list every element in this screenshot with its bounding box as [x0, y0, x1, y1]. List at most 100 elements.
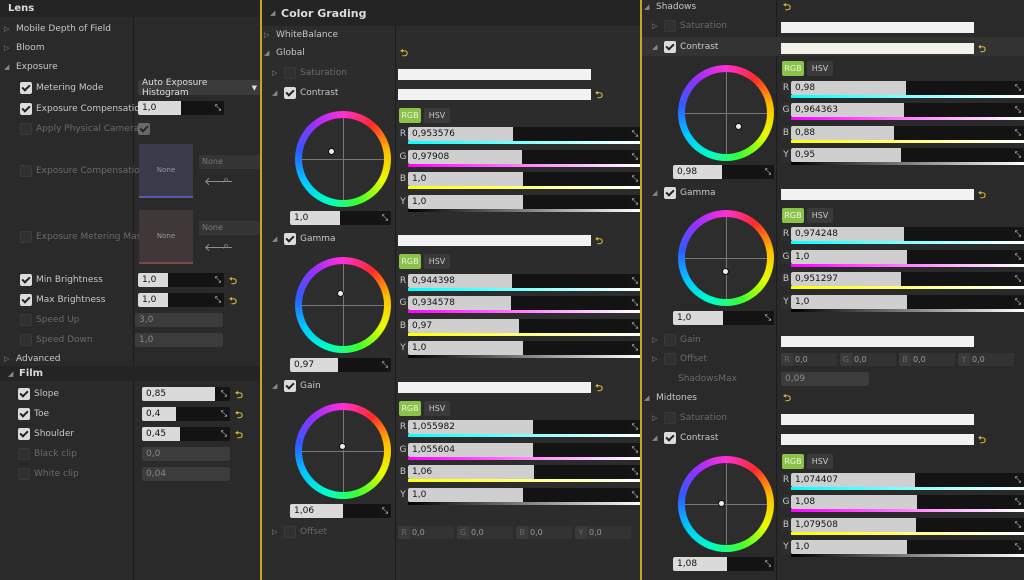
channel-b-field[interactable]: 1,079508 ⤡: [791, 518, 1024, 532]
gamma-color-bar[interactable]: [781, 189, 974, 200]
saturation-checkbox[interactable]: [664, 412, 676, 424]
contrast-color-bar[interactable]: [781, 43, 974, 54]
rgb-tab[interactable]: RGB: [782, 454, 804, 469]
reset-icon[interactable]: ⮌: [235, 388, 243, 405]
expanded-arrow-icon[interactable]: ◢: [652, 434, 660, 442]
shadows-contrast-wheel[interactable]: [678, 65, 774, 161]
rgb-tab[interactable]: RGB: [399, 254, 421, 269]
expanded-arrow-icon[interactable]: ◢: [272, 89, 280, 97]
wheel-handle[interactable]: [328, 148, 335, 155]
exposure-comp-checkbox[interactable]: [20, 103, 32, 115]
contrast-color-bar[interactable]: [781, 434, 974, 445]
wheel-handle[interactable]: [718, 500, 725, 507]
collapsed-arrow-icon[interactable]: ▷: [652, 336, 660, 344]
slope-checkbox[interactable]: [18, 388, 30, 400]
channel-r-field[interactable]: 0,953576 ⤡: [408, 127, 640, 141]
collapsed-arrow-icon[interactable]: ▷: [652, 414, 660, 422]
drag-icon[interactable]: ⤡: [1012, 295, 1024, 309]
search-icon[interactable]: ⌕: [223, 239, 229, 253]
mask-asset-box[interactable]: None: [199, 221, 260, 235]
drag-icon[interactable]: ⤡: [629, 319, 640, 333]
wheel-handle[interactable]: [722, 268, 729, 275]
reset-icon[interactable]: ⮌: [229, 274, 237, 291]
hsv-tab[interactable]: HSV: [424, 254, 450, 269]
max-brightness-field[interactable]: 1,0 ⤡: [138, 293, 224, 307]
expanded-arrow-icon[interactable]: ◢: [272, 382, 280, 390]
max-brightness-checkbox[interactable]: [20, 294, 32, 306]
gain-checkbox[interactable]: [284, 380, 296, 392]
search-icon[interactable]: ⌕: [223, 173, 229, 187]
drag-icon[interactable]: ⤡: [762, 311, 774, 325]
collapsed-arrow-icon[interactable]: ▷: [652, 22, 660, 30]
color-grading-header[interactable]: ◢ Color Grading: [262, 0, 640, 26]
channel-b-field[interactable]: 0,951297 ⤡: [791, 272, 1024, 286]
contrast-checkbox[interactable]: [284, 87, 296, 99]
channel-y-field[interactable]: 1,0 ⤡: [408, 488, 640, 502]
reset-icon[interactable]: ⮌: [783, 391, 791, 408]
contrast-color-wheel[interactable]: [295, 111, 391, 207]
gain-color-bar[interactable]: [398, 382, 591, 393]
wheel-handle[interactable]: [735, 123, 742, 130]
metering-mode-checkbox[interactable]: [20, 82, 32, 94]
hsv-tab[interactable]: HSV: [807, 208, 833, 223]
exposure-row[interactable]: ◢ Exposure: [4, 60, 58, 74]
drag-icon[interactable]: ⤡: [629, 465, 640, 479]
channel-y-field[interactable]: 1,0 ⤡: [408, 195, 640, 209]
reset-icon[interactable]: ⮌: [978, 433, 986, 450]
channel-y-field[interactable]: 1,0 ⤡: [408, 341, 640, 355]
drag-icon[interactable]: ⤡: [629, 420, 640, 434]
saturation-color-bar[interactable]: [398, 69, 591, 80]
drag-icon[interactable]: ⤡: [629, 172, 640, 186]
offset-checkbox[interactable]: [664, 353, 676, 365]
gamma-checkbox[interactable]: [664, 187, 676, 199]
drag-icon[interactable]: ⤡: [1012, 518, 1024, 532]
rgb-tab[interactable]: RGB: [782, 208, 804, 223]
drag-icon[interactable]: ⤡: [629, 488, 640, 502]
gain-color-wheel[interactable]: [295, 403, 391, 499]
drag-icon[interactable]: ⤡: [629, 195, 640, 209]
drag-icon[interactable]: ⤡: [218, 407, 230, 421]
reset-icon[interactable]: ⮌: [595, 234, 603, 251]
reset-icon[interactable]: ⮌: [229, 294, 237, 311]
drag-icon[interactable]: ⤡: [629, 150, 640, 164]
shadows-gamma-wheel-field[interactable]: 1,0 ⤡: [673, 311, 774, 325]
channel-g-field[interactable]: 1,055604 ⤡: [408, 443, 640, 457]
channel-b-field[interactable]: 0,88 ⤡: [791, 126, 1024, 140]
shadows-row[interactable]: ◢ Shadows: [644, 0, 696, 14]
reset-icon[interactable]: ⮌: [595, 381, 603, 398]
channel-r-field[interactable]: 0,98 ⤡: [791, 81, 1024, 95]
drag-icon[interactable]: ⤡: [212, 293, 224, 307]
channel-r-field[interactable]: 0,974248 ⤡: [791, 227, 1024, 241]
shoulder-checkbox[interactable]: [18, 428, 30, 440]
gamma-color-wheel[interactable]: [295, 257, 391, 353]
gain-color-bar[interactable]: [781, 336, 974, 347]
mobile-dof-row[interactable]: ▷ Mobile Depth of Field: [4, 22, 111, 36]
reset-icon[interactable]: ⮌: [235, 408, 243, 425]
drag-icon[interactable]: ⤡: [1012, 272, 1024, 286]
expanded-arrow-icon[interactable]: ◢: [272, 235, 280, 243]
global-row[interactable]: ◢ Global: [264, 46, 305, 60]
drag-icon[interactable]: ⤡: [1012, 473, 1024, 487]
reset-icon[interactable]: ⮌: [783, 0, 791, 17]
film-header[interactable]: ◢ Film: [0, 366, 260, 381]
saturation-checkbox[interactable]: [664, 20, 676, 32]
slope-field[interactable]: 0,85 ⤡: [142, 387, 230, 401]
gamma-checkbox[interactable]: [284, 233, 296, 245]
channel-g-field[interactable]: 1,0 ⤡: [791, 250, 1024, 264]
channel-g-field[interactable]: 0,934578 ⤡: [408, 296, 640, 310]
reset-icon[interactable]: ⮌: [235, 428, 243, 445]
contrast-color-bar[interactable]: [398, 89, 591, 100]
contrast-checkbox[interactable]: [664, 432, 676, 444]
hsv-tab[interactable]: HSV: [807, 61, 833, 76]
collapsed-arrow-icon[interactable]: ▷: [272, 528, 280, 536]
channel-g-field[interactable]: 0,964363 ⤡: [791, 103, 1024, 117]
saturation-color-bar[interactable]: [781, 414, 974, 425]
channel-y-field[interactable]: 0,95 ⤡: [791, 148, 1024, 162]
rgb-tab[interactable]: RGB: [399, 108, 421, 123]
drag-icon[interactable]: ⤡: [1012, 81, 1024, 95]
drag-icon[interactable]: ⤡: [629, 296, 640, 310]
drag-icon[interactable]: ⤡: [1012, 495, 1024, 509]
exposure-comp-field[interactable]: 1,0 ⤡: [138, 101, 224, 115]
wheel-handle[interactable]: [339, 443, 346, 450]
gain-wheel-field[interactable]: 1,06 ⤡: [290, 504, 391, 518]
